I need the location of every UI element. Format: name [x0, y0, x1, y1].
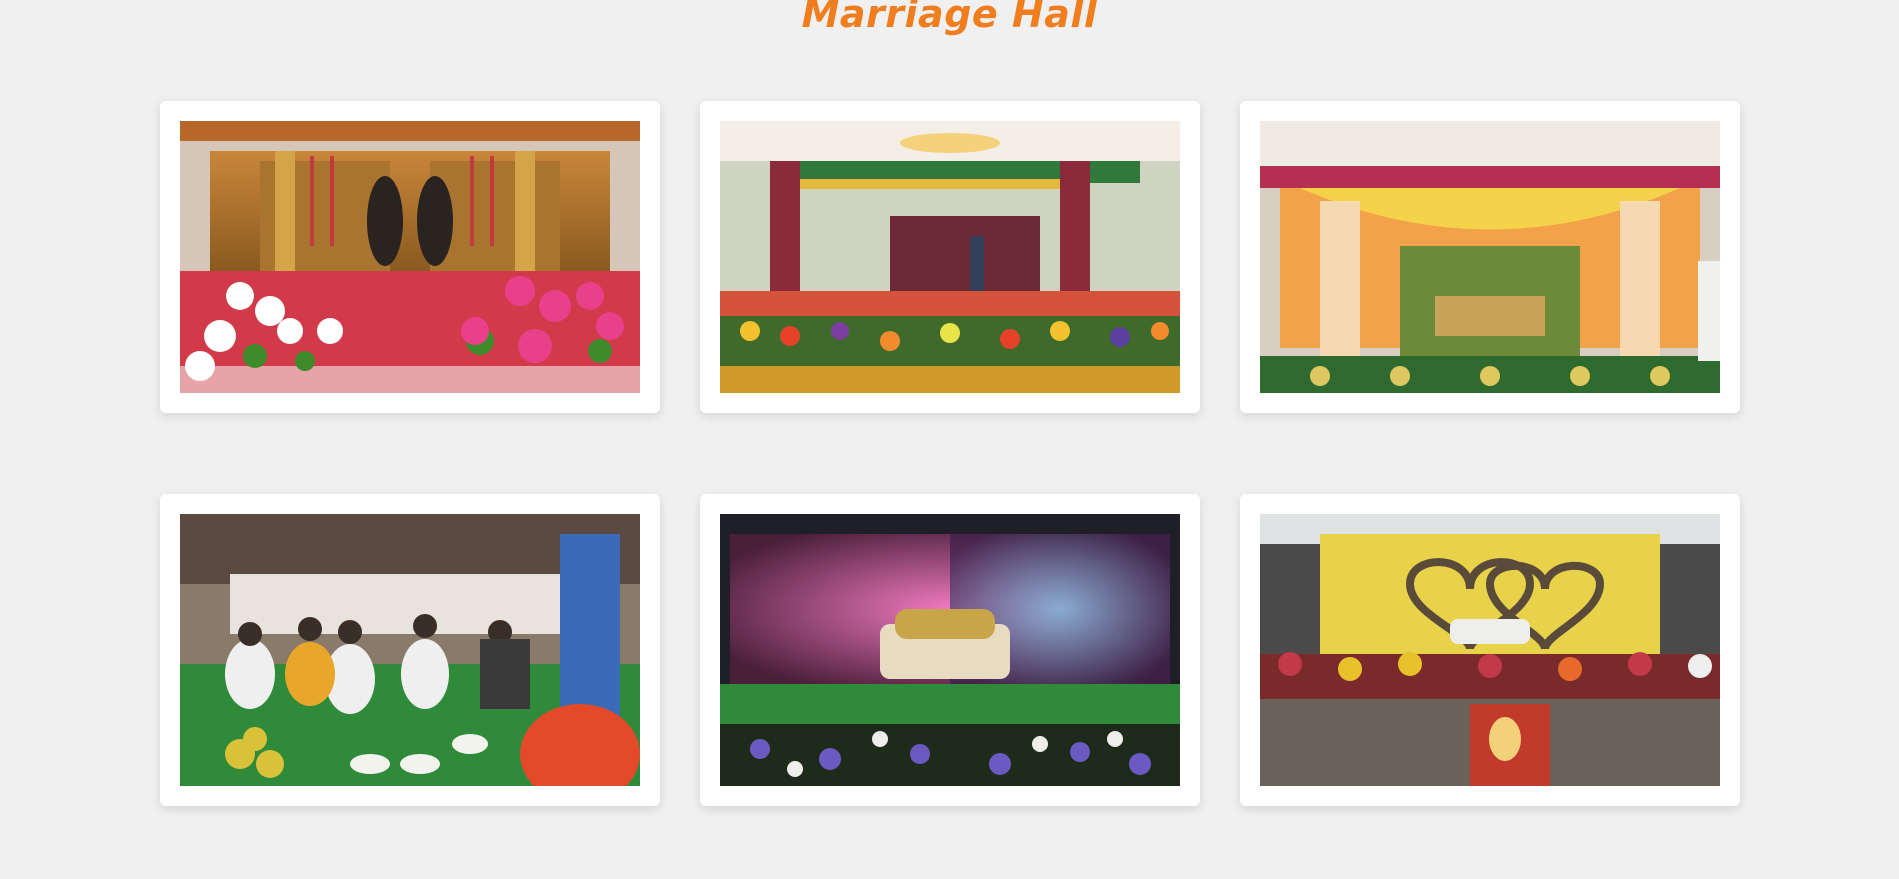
- gallery-card[interactable]: [700, 101, 1200, 413]
- page: Marriage Hall: [0, 0, 1899, 879]
- floral-arch-photo[interactable]: [720, 121, 1180, 393]
- gallery-card[interactable]: [1240, 494, 1740, 806]
- flower-wall-photo[interactable]: [720, 514, 1180, 786]
- gallery-card[interactable]: [160, 494, 660, 806]
- gallery-card[interactable]: [700, 494, 1200, 806]
- ceremony-guests-photo[interactable]: [180, 514, 640, 786]
- wedding-stage-photo[interactable]: [180, 121, 640, 393]
- page-title: Marriage Hall: [801, 0, 1098, 36]
- heart-stage-photo[interactable]: [1260, 514, 1720, 786]
- decorated-stage-photo[interactable]: [1260, 121, 1720, 393]
- gallery-card[interactable]: [1240, 101, 1740, 413]
- gallery-card[interactable]: [160, 101, 660, 413]
